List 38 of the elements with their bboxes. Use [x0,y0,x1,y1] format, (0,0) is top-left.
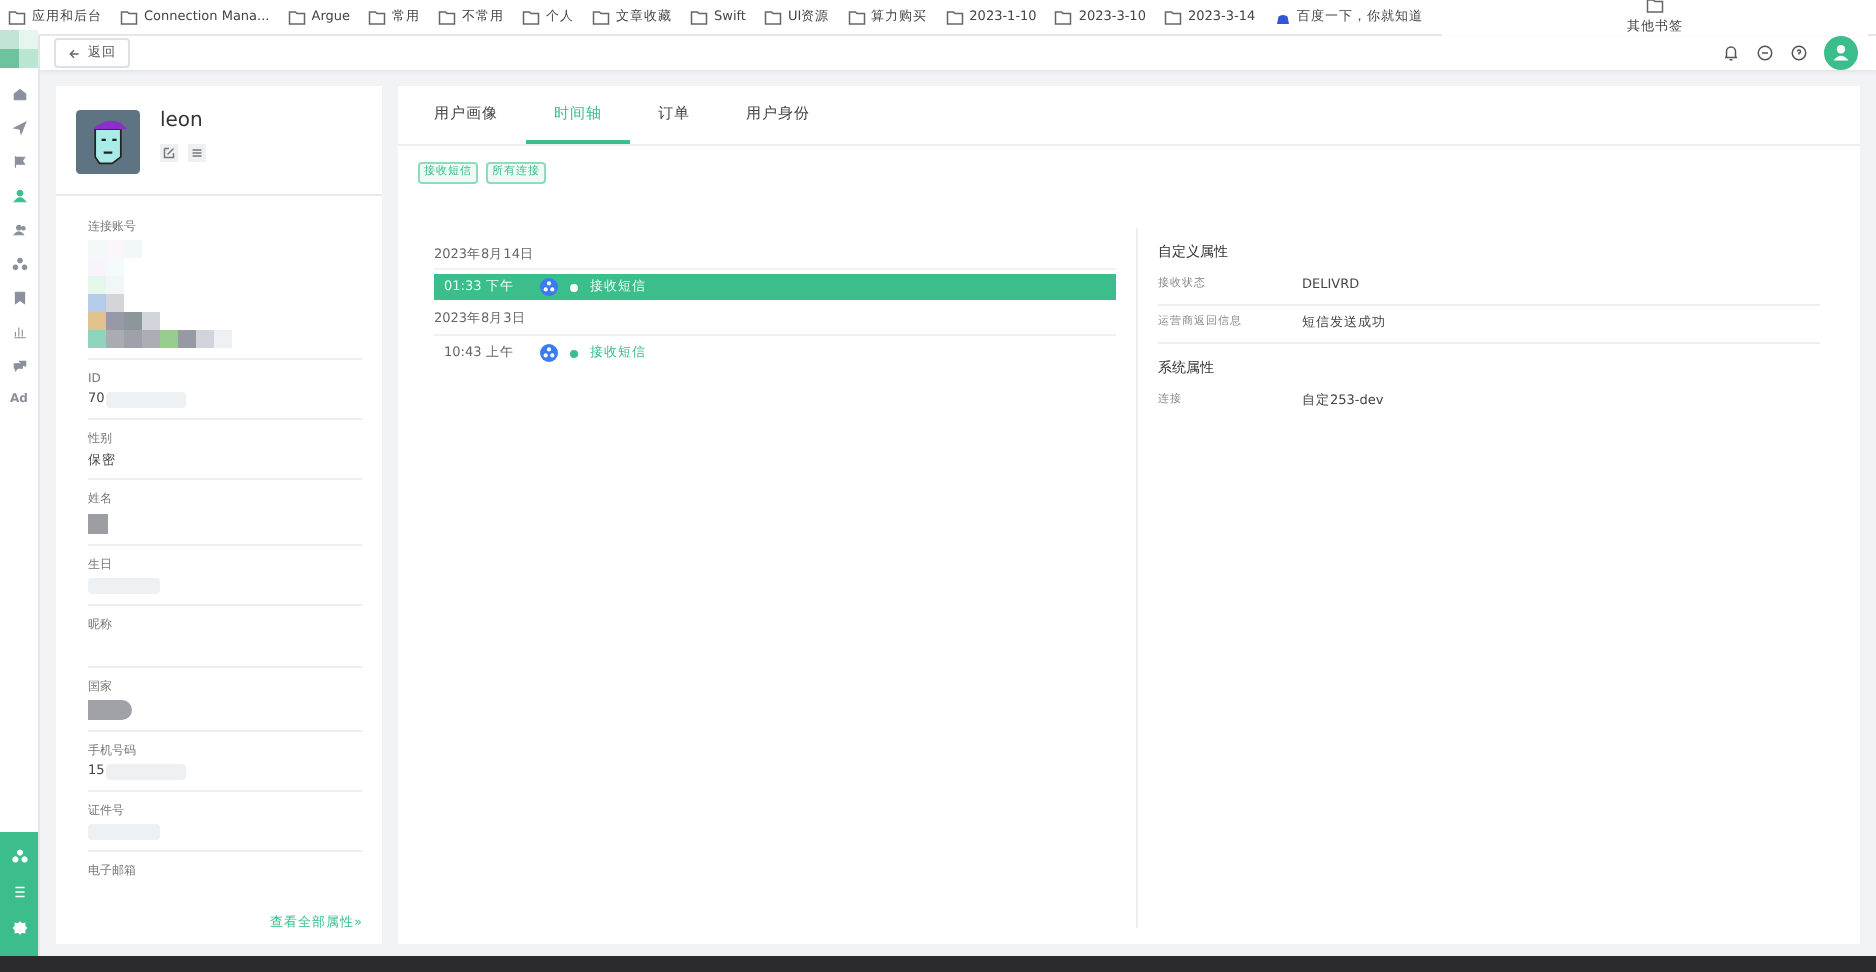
send-icon[interactable] [11,120,27,136]
folder-icon [1054,9,1073,25]
folder-icon [438,9,456,25]
gear-icon[interactable] [11,920,27,936]
flag-icon[interactable] [11,154,27,170]
chart-icon[interactable] [11,324,27,340]
folder-icon [368,9,386,25]
folder-icon [690,9,708,25]
folder-icon [287,9,306,25]
bell-icon[interactable] [1722,44,1740,62]
folder-icon [120,9,138,25]
redacted-block [88,700,132,721]
folder-icon [8,9,26,25]
avatar-drawing [76,110,140,174]
folder-icon [592,9,610,25]
user-avatar-icon[interactable] [1824,36,1858,70]
redacted-block [88,513,108,534]
cluster-icon [540,344,558,363]
arrow-left-icon [68,47,80,59]
user-name: leon [160,110,205,134]
folder-icon [763,9,782,25]
folder-icon [847,9,866,25]
folder-icon [1645,0,1664,15]
folder-icon [522,9,540,25]
home-icon[interactable] [11,86,27,102]
folder-icon [1163,9,1182,25]
user-icon[interactable] [11,188,27,204]
chat-icon[interactable] [11,358,27,374]
bookmark-icon[interactable] [11,290,27,306]
list-icon[interactable] [188,144,206,162]
help-icon[interactable] [1790,44,1808,62]
users-icon[interactable] [11,222,27,238]
cluster-icon [540,278,558,297]
logo-icon [0,30,38,68]
edit-icon[interactable] [160,144,178,162]
folder-icon [945,9,964,25]
list-icon[interactable] [11,884,27,900]
cluster-icon[interactable] [11,256,27,272]
